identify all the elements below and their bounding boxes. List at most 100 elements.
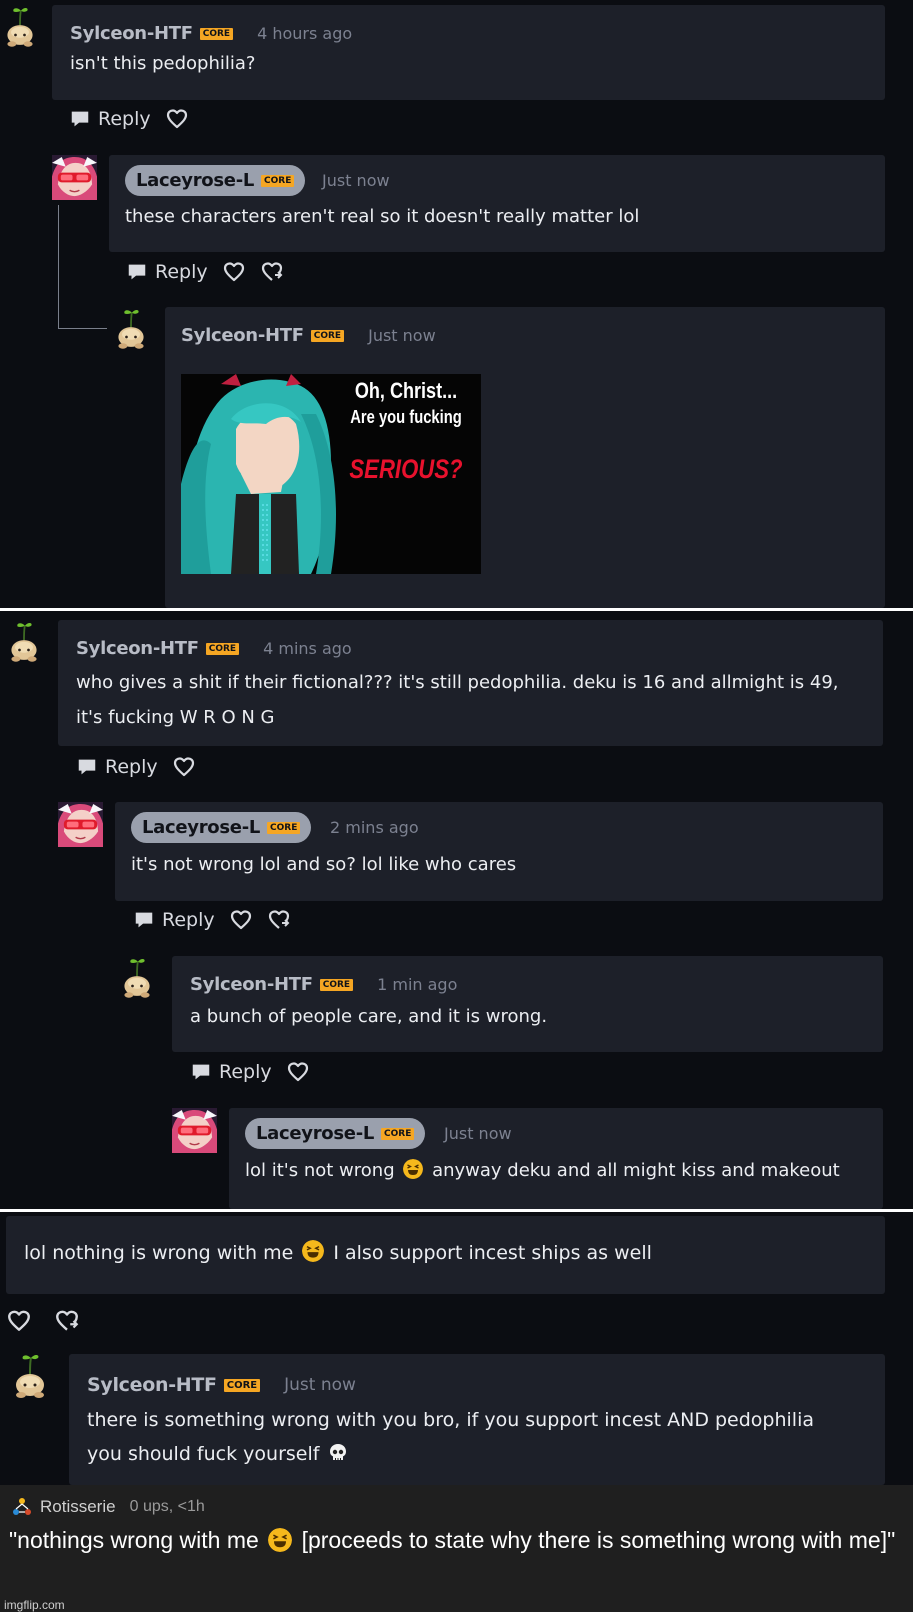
comment-text: it's not wrong lol and so? lol like who … xyxy=(131,854,517,875)
comment-header: Laceyrose-L CORE xyxy=(131,812,312,843)
laceyrose-avatar[interactable] xyxy=(172,1108,217,1153)
sylceon-avatar[interactable] xyxy=(119,955,155,999)
core-badge: CORE xyxy=(319,978,354,991)
username[interactable]: Laceyrose-L xyxy=(142,817,260,838)
heart-icon[interactable] xyxy=(165,107,189,131)
comment-1-2: Laceyrose-L CORE Just now these characte… xyxy=(109,155,885,252)
user-avatar-icon xyxy=(10,1495,34,1519)
heart-icon[interactable] xyxy=(286,1060,310,1084)
comment-header: Laceyrose-L CORE xyxy=(125,165,306,196)
comment-text: lol it's not wrong anyway deku and all m… xyxy=(245,1154,840,1188)
imgflip-comment: Rotisserie 0 ups, <1h "nothings wrong wi… xyxy=(0,1485,913,1612)
reply-button[interactable]: Reply xyxy=(133,909,215,931)
sylceon-avatar[interactable] xyxy=(6,619,42,663)
comment-actions: Reply xyxy=(133,908,291,932)
thread-line xyxy=(58,205,107,329)
comment-header: Laceyrose-L CORE xyxy=(245,1118,426,1149)
panel-1: Sylceon-HTF CORE 4 hours ago isn't this … xyxy=(0,0,913,608)
heart-icon[interactable] xyxy=(172,755,196,779)
core-badge: CORE xyxy=(205,642,240,655)
laceyrose-avatar[interactable] xyxy=(52,155,97,200)
panel-2: Sylceon-HTF CORE 4 mins ago who gives a … xyxy=(0,611,913,1209)
comment-2-1: Sylceon-HTF CORE 4 mins ago who gives a … xyxy=(58,620,883,746)
comment-text: a bunch of people care, and it is wrong. xyxy=(190,1006,548,1027)
core-badge: CORE xyxy=(381,1127,415,1140)
comment-1-1: Sylceon-HTF CORE 4 hours ago isn't this … xyxy=(52,5,885,100)
speech-bubble-icon xyxy=(69,108,91,130)
comment-1-3: Sylceon-HTF CORE Just now Oh, Christ... … xyxy=(165,307,885,608)
reply-button[interactable]: Reply xyxy=(126,261,208,283)
timestamp: 4 mins ago xyxy=(263,639,352,658)
comment-text-line-2: you should fuck yourself xyxy=(87,1437,347,1471)
comment-actions: Reply xyxy=(126,260,284,284)
heart-arrow-icon[interactable] xyxy=(267,908,291,932)
meme-line-2: Are you fucking xyxy=(350,407,462,427)
username[interactable]: Sylceon-HTF xyxy=(190,974,313,995)
heart-arrow-icon[interactable] xyxy=(260,260,284,284)
comment-text-line-1: there is something wrong with you bro, i… xyxy=(87,1409,815,1431)
comment-text-part: "nothings wrong with me xyxy=(9,1527,259,1553)
heart-icon[interactable] xyxy=(6,1308,32,1334)
comment-3-2: Sylceon-HTF CORE Just now there is somet… xyxy=(69,1354,885,1485)
core-badge: CORE xyxy=(223,1378,261,1392)
timestamp: Just now xyxy=(368,326,436,345)
comment-2-2: Laceyrose-L CORE 2 mins ago it's not wro… xyxy=(115,802,883,901)
heart-arrow-icon[interactable] xyxy=(54,1308,80,1334)
sylceon-avatar[interactable] xyxy=(2,4,38,48)
imgflip-comment-text: "nothings wrong with me [proceeds to sta… xyxy=(9,1527,895,1554)
laceyrose-avatar[interactable] xyxy=(58,802,103,847)
meme-image[interactable]: Oh, Christ... Are you fucking SERIOUS? xyxy=(181,374,481,574)
speech-bubble-icon xyxy=(133,909,155,931)
imgflip-comment-header: Rotisserie 0 ups, <1h xyxy=(10,1495,205,1519)
timestamp: 4 hours ago xyxy=(257,24,353,43)
squinting-laugh-emoji xyxy=(302,1240,324,1262)
timestamp: Just now xyxy=(284,1375,356,1395)
reply-button[interactable]: Reply xyxy=(69,108,151,130)
username[interactable]: Sylceon-HTF xyxy=(87,1374,217,1396)
comment-actions: Reply xyxy=(69,107,189,131)
timestamp: Just now xyxy=(322,171,390,190)
comment-header: Sylceon-HTF CORE 4 hours ago xyxy=(70,23,352,44)
speech-bubble-icon xyxy=(126,261,148,283)
imgflip-meta: 0 ups, <1h xyxy=(129,1498,205,1515)
speech-bubble-icon xyxy=(76,756,98,778)
username[interactable]: Sylceon-HTF xyxy=(181,325,304,346)
comment-text-part: [proceeds to state why there is somethin… xyxy=(301,1527,896,1553)
panel-3: lol nothing is wrong with me I also supp… xyxy=(0,1212,913,1485)
reply-button[interactable]: Reply xyxy=(76,756,158,778)
imgflip-username[interactable]: Rotisserie xyxy=(40,1497,116,1517)
comment-text: these characters aren't real so it doesn… xyxy=(125,206,640,227)
timestamp: Just now xyxy=(444,1124,512,1143)
core-badge: CORE xyxy=(310,329,345,342)
username[interactable]: Sylceon-HTF xyxy=(70,23,193,44)
sylceon-avatar[interactable] xyxy=(10,1350,50,1400)
username[interactable]: Laceyrose-L xyxy=(136,170,254,191)
speech-bubble-icon xyxy=(190,1061,212,1083)
comment-header: Sylceon-HTF CORE Just now xyxy=(87,1374,356,1396)
comment-text-line-2: it's fucking W R O N G xyxy=(76,707,275,728)
comment-actions: Reply xyxy=(76,755,196,779)
imgflip-watermark: imgflip.com xyxy=(4,1598,65,1612)
squinting-laugh-emoji xyxy=(403,1159,423,1179)
comment-header: Sylceon-HTF CORE 1 min ago xyxy=(190,974,457,995)
sylceon-avatar[interactable] xyxy=(113,306,149,350)
username[interactable]: Laceyrose-L xyxy=(256,1123,374,1144)
meme-line-3: SERIOUS? xyxy=(349,454,463,484)
timestamp: 1 min ago xyxy=(377,975,458,994)
comment-text: lol nothing is wrong with me I also supp… xyxy=(24,1236,652,1270)
skull-emoji xyxy=(329,1443,347,1463)
comment-3-1: lol nothing is wrong with me I also supp… xyxy=(6,1216,885,1294)
heart-icon[interactable] xyxy=(229,908,253,932)
comment-actions xyxy=(6,1308,80,1334)
reply-button[interactable]: Reply xyxy=(190,1061,272,1083)
core-badge: CORE xyxy=(261,174,295,187)
comment-text-line-1: who gives a shit if their fictional??? i… xyxy=(76,672,839,693)
username[interactable]: Sylceon-HTF xyxy=(76,638,199,659)
heart-icon[interactable] xyxy=(222,260,246,284)
comment-text-part: lol it's not wrong xyxy=(245,1160,395,1181)
comment-text-part: I also support incest ships as well xyxy=(333,1242,652,1264)
comment-2-3: Sylceon-HTF CORE 1 min ago a bunch of pe… xyxy=(172,956,883,1052)
meme-line-1: Oh, Christ... xyxy=(354,378,458,403)
core-badge: CORE xyxy=(267,821,301,834)
comment-text-part: anyway deku and all might kiss and makeo… xyxy=(432,1160,840,1181)
